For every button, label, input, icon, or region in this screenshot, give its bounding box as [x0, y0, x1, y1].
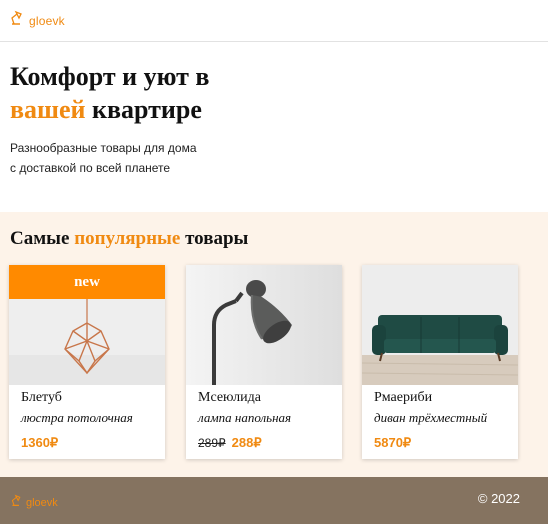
card-body: Блетуб люстра потолочная 1360₽ [21, 389, 159, 451]
popular-section: Самые популярные товары new Блетуб люстр… [0, 212, 548, 477]
site-header: gloevk [0, 0, 548, 42]
logo-text: gloevk [29, 13, 65, 28]
hero-title-rest: квартире [85, 95, 202, 124]
hero-subtitle-line2: с доставкой по всей планете [10, 161, 171, 175]
footer-logo[interactable]: gloevk [10, 494, 58, 512]
product-price: 288₽ [231, 435, 262, 450]
product-type: лампа напольная [198, 410, 292, 425]
price-row: 5870₽ [374, 435, 512, 451]
floor-lamp-image [186, 265, 342, 385]
product-card[interactable]: Мсеюлида лампа напольная 289₽ 288₽ [186, 265, 342, 459]
hero-title-accent: вашей [10, 95, 86, 124]
card-body: Рмаериби диван трёхместный 5870₽ [374, 389, 512, 451]
section-title-start: Самые [10, 228, 75, 249]
site-footer: gloevk © 2022 [0, 477, 548, 524]
product-type: диван трёхместный [374, 410, 488, 425]
section-title-accent: популярные [74, 228, 181, 249]
product-card[interactable]: new Блетуб люстра потолочная 1360₽ [9, 265, 165, 459]
desk-lamp-icon [9, 10, 25, 31]
product-price: 1360₽ [21, 435, 59, 450]
section-title-end: товары [180, 228, 249, 249]
product-name: Рмаериби [374, 390, 433, 405]
section-title: Самые популярные товары [10, 228, 248, 250]
new-badge: new [9, 265, 165, 299]
hero-title: Комфорт и уют в вашей квартире [10, 60, 209, 126]
price-row: 1360₽ [21, 435, 159, 451]
footer-logo-text: gloevk [26, 497, 58, 509]
hero-subtitle-line1: Разнообразные товары для дома [10, 141, 197, 155]
hero-subtitle: Разнообразные товары для дома с доставко… [10, 138, 197, 178]
product-old-price: 289₽ [198, 436, 226, 450]
card-body: Мсеюлида лампа напольная 289₽ 288₽ [198, 389, 336, 451]
sofa-image [362, 265, 518, 385]
desk-lamp-icon [10, 494, 23, 512]
hero-title-line1: Комфорт и уют в [10, 62, 210, 91]
product-card[interactable]: Рмаериби диван трёхместный 5870₽ [362, 265, 518, 459]
product-name: Блетуб [21, 390, 62, 405]
product-type: люстра потолочная [21, 410, 133, 425]
product-price: 5870₽ [374, 435, 412, 450]
product-name: Мсеюлида [198, 390, 261, 405]
price-row: 289₽ 288₽ [198, 435, 336, 451]
logo[interactable]: gloevk [9, 10, 65, 31]
copyright: © 2022 [477, 491, 520, 506]
